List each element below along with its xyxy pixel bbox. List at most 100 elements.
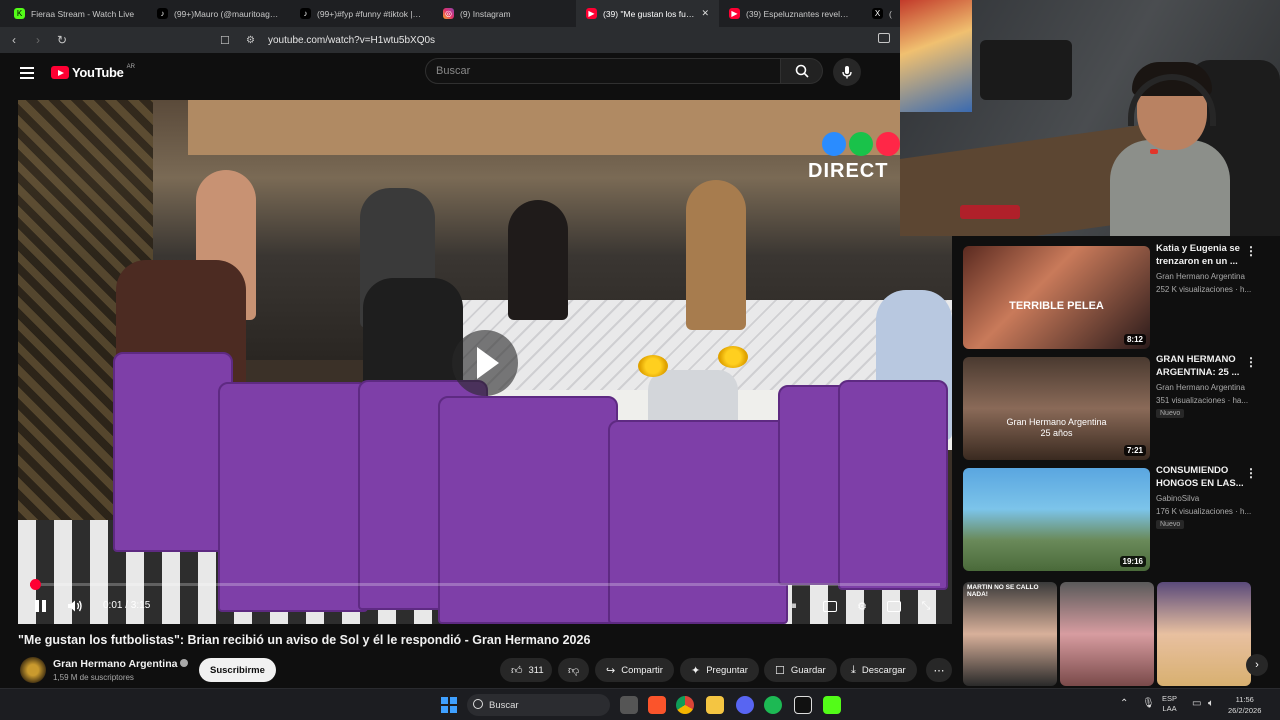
more-actions-button[interactable]: ⋯ [926, 658, 952, 682]
spotify-icon[interactable] [764, 696, 782, 714]
video-thumbnail[interactable]: Gran Hermano Argentina 25 años 7:21 [963, 357, 1150, 460]
video-thumbnail[interactable]: 19:16 [963, 468, 1150, 571]
autoplay-toggle-icon[interactable]: ⏸ [786, 599, 802, 613]
browser-tab[interactable]: ▶ (39) Espeluznantes revelacione [719, 0, 862, 27]
recommended-video[interactable]: TERRIBLE PELEA 8:12 Katia y Eugenia se t… [963, 236, 1280, 349]
task-view-icon[interactable] [620, 696, 638, 714]
thumbnail-text: TERRIBLE PELEA [1009, 300, 1104, 312]
download-button[interactable]: ⤓ Descargar [840, 658, 917, 682]
subscribe-button[interactable]: Suscribirme [199, 658, 276, 682]
short-thumbnail[interactable] [1157, 582, 1251, 686]
tab-title: (1) Ur [889, 8, 892, 19]
brave-browser-icon[interactable] [648, 696, 666, 714]
dislike-button[interactable]: 👎︎ [558, 658, 590, 682]
back-icon[interactable]: ‹ [4, 30, 24, 50]
ask-button[interactable]: ✦ Preguntar [680, 658, 759, 682]
tray-chevron-icon[interactable]: ⌃ [1120, 699, 1128, 709]
browser-tab[interactable]: X (1) Ur [862, 0, 902, 27]
taskbar-search[interactable]: Buscar [467, 694, 610, 716]
logo-wordmark: YouTube [72, 65, 124, 80]
video-player[interactable]: DIRECT 0:01 / 3:15 ⏸ ⚙ ⤡ [18, 100, 952, 624]
kick-icon[interactable] [823, 696, 841, 714]
like-button[interactable]: 👍︎ 311 [500, 658, 552, 682]
menu-icon[interactable] [20, 67, 34, 79]
player-controls: 0:01 / 3:15 ⏸ ⚙ ⤡ [18, 590, 952, 624]
video-thumbnail[interactable]: TERRIBLE PELEA 8:12 [963, 246, 1150, 349]
reload-icon[interactable]: ↻ [52, 30, 72, 50]
bookmark-icon[interactable]: ☐ [220, 34, 234, 47]
channel-name-text[interactable]: Gran Hermano Argentina [53, 658, 177, 670]
language-top: ESP [1162, 694, 1178, 703]
cast-icon[interactable] [878, 33, 890, 43]
url-text[interactable]: youtube.com/watch?v=H1wtu5bXQ0s [268, 35, 435, 46]
miniplayer-icon[interactable] [886, 599, 902, 613]
chrome-icon[interactable] [676, 696, 694, 714]
play-icon[interactable] [452, 330, 518, 396]
subtitles-icon[interactable] [822, 599, 838, 613]
ask-label: Preguntar [706, 664, 748, 676]
progress-bar[interactable] [29, 579, 940, 590]
recommended-video[interactable]: Gran Hermano Argentina 25 años 7:21 GRAN… [963, 347, 1280, 460]
language-indicator[interactable]: ESP LAA [1162, 694, 1177, 714]
poster [900, 0, 972, 112]
pause-icon[interactable] [32, 598, 48, 614]
recommended-channel[interactable]: Gran Hermano Argentina [1156, 272, 1256, 281]
settings-icon[interactable]: ⚙ [854, 599, 870, 613]
discord-icon[interactable] [736, 696, 754, 714]
flowers [718, 346, 748, 368]
clock-date: 26/2/2026 [1228, 706, 1262, 715]
youtube-header: YouTube AR Buscar [0, 53, 900, 93]
x-icon: X [872, 8, 883, 19]
progress-scrubber[interactable] [29, 579, 41, 590]
network-icon[interactable]: ▭ [1192, 699, 1201, 709]
more-vert-icon[interactable]: ⋮ [1245, 466, 1257, 480]
recommended-channel[interactable]: Gran Hermano Argentina [1156, 383, 1256, 392]
search-button[interactable] [781, 58, 823, 84]
save-button[interactable]: ☐ Guardar [764, 658, 837, 682]
windows-start-icon[interactable] [441, 697, 457, 713]
recommended-video[interactable]: 19:16 CONSUMIENDO HONGOS EN LAS... Gabin… [963, 458, 1280, 571]
browser-tab[interactable]: K Fieraa Stream - Watch Live [4, 0, 147, 27]
search-icon [473, 699, 483, 709]
youtube-logo[interactable]: YouTube AR [51, 64, 135, 80]
chevron-right-icon[interactable]: › [1246, 654, 1268, 676]
recommended-title[interactable]: Katia y Eugenia se trenzaron en un ... [1156, 243, 1248, 268]
keyboard [960, 205, 1020, 219]
browser-tab[interactable]: ♪ (99+)#fyp #funny #tiktok | Bar [290, 0, 433, 27]
short-thumbnail[interactable]: MARTIN NO SE CALLO NADA! [963, 582, 1057, 686]
short-caption: MARTIN NO SE CALLO NADA! [967, 584, 1039, 598]
browser-tab-active[interactable]: ▶ (39) "Me gustan los futbol ✕ [576, 0, 719, 27]
share-button[interactable]: ↪ Compartir [595, 658, 674, 682]
thumbs-down-icon: 👎︎ [568, 664, 580, 677]
more-vert-icon[interactable]: ⋮ [1245, 244, 1257, 258]
voice-search-button[interactable] [833, 58, 861, 86]
system-clock[interactable]: 11:56 26/2/2026 [1228, 694, 1261, 716]
browser-tab[interactable]: ♪ (99+)Mauro (@mauritoaguilar [147, 0, 290, 27]
file-explorer-icon[interactable] [706, 696, 724, 714]
volume-icon[interactable] [66, 598, 84, 614]
video-title: "Me gustan los futbolistas": Brian recib… [18, 633, 591, 647]
search-input[interactable]: Buscar [425, 58, 781, 84]
tab-title: (39) Espeluznantes revelacione [746, 8, 852, 19]
address-bar[interactable]: ☐ ⚙ youtube.com/watch?v=H1wtu5bXQ0s [220, 31, 890, 49]
site-info-icon[interactable]: ⚙ [246, 35, 260, 46]
recommended-channel[interactable]: GabinoSilva [1156, 494, 1256, 503]
duration-badge: 7:21 [1123, 445, 1146, 456]
browser-tab[interactable]: ◎ (9) Instagram [433, 0, 576, 27]
microphone-icon[interactable]: 🎙︎ [1142, 699, 1155, 709]
more-vert-icon[interactable]: ⋮ [1245, 355, 1257, 369]
shorts-row: MARTIN NO SE CALLO NADA! › [963, 578, 1280, 686]
volume-icon[interactable]: 🔈︎ [1208, 699, 1214, 709]
recommended-title[interactable]: CONSUMIENDO HONGOS EN LAS... [1156, 465, 1248, 490]
avatar[interactable] [20, 657, 46, 683]
tab-title: (99+)Mauro (@mauritoaguilar [174, 8, 280, 19]
new-badge: Nuevo [1156, 409, 1185, 418]
recommended-title[interactable]: GRAN HERMANO ARGENTINA: 25 ... [1156, 354, 1248, 379]
capcut-icon[interactable] [794, 696, 812, 714]
person [508, 200, 568, 320]
close-icon[interactable]: ✕ [701, 8, 709, 19]
short-thumbnail[interactable] [1060, 582, 1154, 686]
channel-name[interactable]: Gran Hermano Argentina [53, 658, 189, 670]
forward-icon[interactable]: › [28, 30, 48, 50]
fullscreen-icon[interactable]: ⤡ [918, 599, 934, 613]
